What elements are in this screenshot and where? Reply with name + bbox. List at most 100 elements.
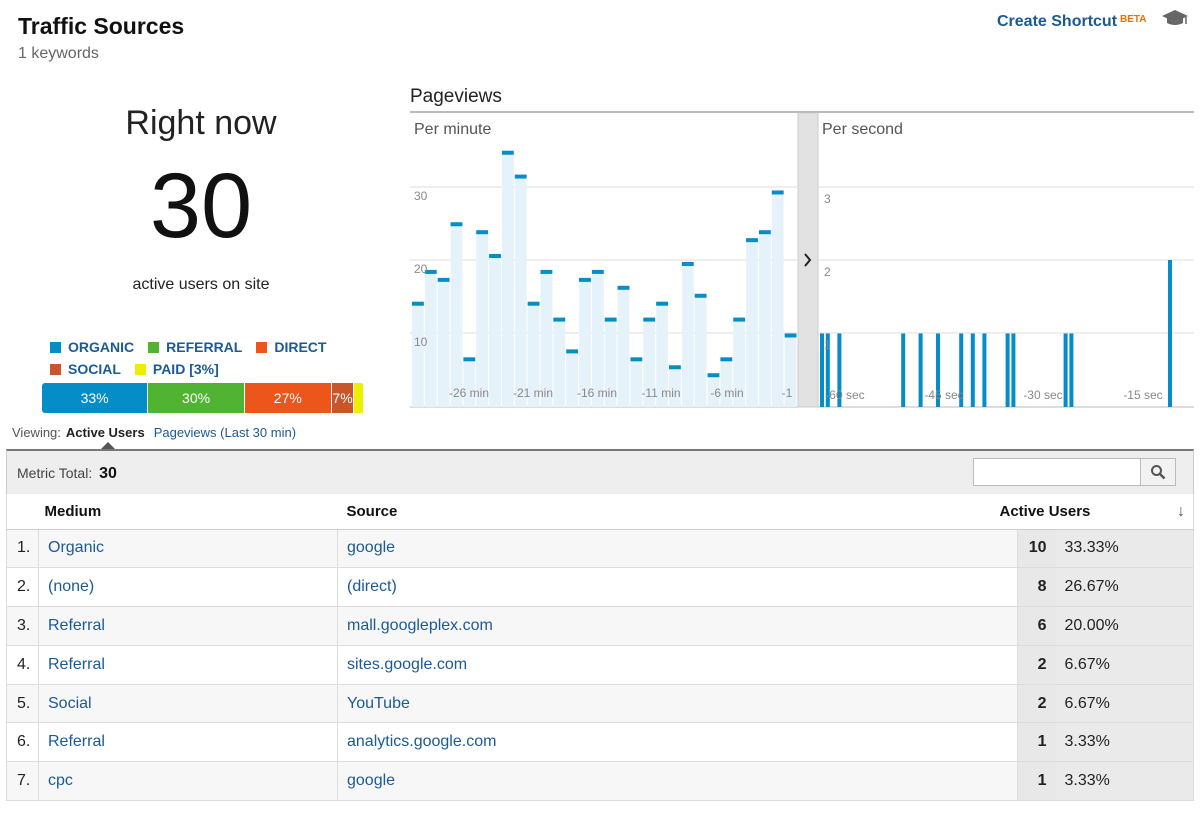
minute-bar-cap [771, 190, 784, 195]
legend-swatch [256, 341, 268, 353]
share-segment: 30% [148, 383, 245, 413]
row-index: 1. [6, 529, 39, 569]
active-users-value: 1 [1017, 722, 1056, 763]
legend-label: PAID [3%] [152, 361, 219, 377]
search-input[interactable] [973, 458, 1141, 486]
active-users-percent: 3.33% [1055, 761, 1194, 802]
source-link[interactable]: (direct) [337, 567, 1018, 608]
source-link[interactable]: google [337, 761, 1018, 802]
header-source[interactable]: Source [337, 494, 1018, 530]
x-tick-label: -1 [782, 386, 793, 400]
medium-link[interactable]: Referral [38, 645, 338, 685]
search-button[interactable] [1140, 458, 1176, 486]
medium-link[interactable]: Organic [38, 529, 338, 569]
minute-bar-fill [489, 256, 501, 407]
metric-total-value: 30 [99, 465, 117, 482]
second-bar [1069, 333, 1074, 407]
create-shortcut-label: Create Shortcut [997, 13, 1118, 30]
minute-bar-fill [412, 303, 424, 407]
source-link[interactable]: mall.googleplex.com [337, 606, 1018, 646]
minute-bar-fill [617, 287, 630, 407]
minute-bar-cap [617, 285, 630, 290]
active-users-percent: 6.67% [1055, 684, 1194, 724]
second-bar [918, 333, 923, 407]
x-tick-label: -15 sec [1123, 388, 1162, 402]
source-link[interactable]: sites.google.com [337, 645, 1018, 685]
medium-link[interactable]: (none) [38, 567, 338, 608]
y-tick-label: 10 [414, 335, 428, 349]
minute-bar-cap [553, 317, 566, 322]
row-index: 5. [6, 684, 39, 724]
minute-bar-cap [591, 269, 604, 274]
medium-link[interactable]: cpc [38, 761, 338, 802]
minute-bar-cap [720, 357, 733, 362]
row-index: 7. [6, 761, 39, 802]
y-tick-label: 1 [824, 338, 831, 352]
share-segment: 7% [331, 383, 355, 413]
second-bar [982, 333, 987, 407]
create-shortcut-link[interactable]: Create Shortcut BETA [997, 13, 1147, 31]
viewing-toggle: Viewing: Active Users Pageviews (Last 30 m… [12, 425, 296, 440]
minute-bar-fill [450, 224, 463, 407]
medium-link[interactable]: Referral [38, 606, 338, 646]
right-now-title: Right now [125, 104, 277, 142]
x-tick-label: -6 min [710, 386, 743, 400]
viewing-active-users-tab[interactable]: Active Users [66, 425, 145, 440]
legend-label: SOCIAL [68, 361, 121, 377]
table-row: 2. (none) (direct) 8 26.67% [6, 567, 1194, 608]
minute-bar-cap [707, 373, 720, 378]
table-row: 6. Referral analytics.google.com 1 3.33% [6, 722, 1194, 763]
source-link[interactable]: YouTube [337, 684, 1018, 724]
x-tick-label: -45 sec [924, 388, 963, 402]
source-legend: ORGANIC REFERRAL DIRECT SOCIAL PAID [3%] [50, 336, 370, 380]
medium-link[interactable]: Social [38, 684, 338, 724]
active-users-percent: 3.33% [1055, 722, 1194, 763]
minute-bar-cap [463, 357, 476, 362]
active-users-percent: 26.67% [1055, 567, 1194, 608]
minute-bar-cap [681, 261, 694, 266]
row-index: 2. [6, 567, 39, 608]
sort-down-icon[interactable]: ↓ [1177, 503, 1185, 521]
minute-bar-cap [669, 365, 681, 370]
legend-item: PAID [3%] [134, 358, 219, 380]
metric-total-label: Metric Total: [17, 465, 93, 481]
legend-swatch [134, 363, 146, 375]
viewing-caret [101, 442, 115, 449]
pageviews-chart: Per minute Per second 30 20 10 -26 min -21 m… [410, 113, 1194, 408]
minute-bar-cap [784, 333, 797, 338]
minute-bar-fill [746, 240, 758, 407]
minute-bar-cap [643, 317, 656, 322]
table-row: 3. Referral mall.googleplex.com 6 20.00% [6, 606, 1194, 646]
header-medium[interactable]: Medium [38, 494, 338, 530]
active-users-value: 2 [1017, 645, 1056, 685]
active-users-percent: 20.00% [1055, 606, 1194, 646]
metric-total: Metric Total: 30 [17, 465, 117, 483]
per-minute-label: Per minute [414, 121, 491, 138]
medium-link[interactable]: Referral [38, 722, 338, 763]
source-link[interactable]: analytics.google.com [337, 722, 1018, 763]
active-users-value: 1 [1017, 761, 1056, 802]
table-row: 7. cpc google 1 3.33% [6, 761, 1194, 802]
page-subtitle: 1 keywords [18, 45, 99, 62]
header-active-users[interactable]: Active Users ↓ [1000, 494, 1194, 530]
source-link[interactable]: google [337, 529, 1018, 569]
minute-bar-fill [553, 319, 566, 407]
minute-bar-cap [758, 230, 771, 235]
minute-bar-cap [527, 301, 540, 306]
graduation-cap-icon[interactable] [1161, 8, 1189, 28]
legend-item: ORGANIC [50, 336, 134, 358]
minute-bar-fill [514, 176, 527, 407]
source-share-bar: 33% 30% 27% 7% [42, 383, 364, 413]
x-tick-label: -30 sec [1023, 388, 1062, 402]
x-tick-label: -60 sec [825, 388, 864, 402]
minute-bar-cap [630, 357, 643, 362]
minute-bar-cap [746, 238, 758, 243]
second-bar [970, 333, 975, 407]
traffic-table: Medium Source Active Users ↓ 1. Organic go… [6, 494, 1194, 802]
x-tick-label: -26 min [449, 386, 489, 400]
metric-total-bar: Metric Total: 30 [6, 449, 1194, 494]
viewing-pageviews-tab[interactable]: Pageviews (Last 30 min) [154, 425, 296, 440]
minute-bar-cap [450, 222, 463, 227]
minute-bar-cap [412, 301, 424, 306]
x-tick-label: -21 min [513, 386, 553, 400]
